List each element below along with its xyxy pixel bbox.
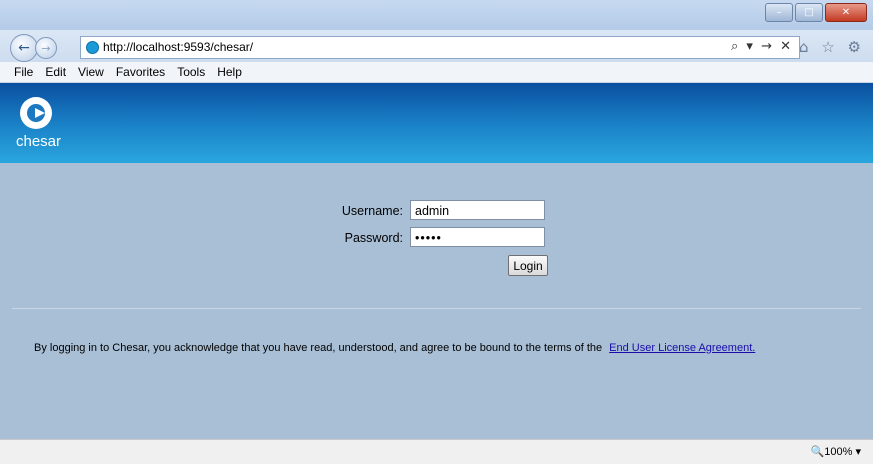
eula-link[interactable]: End User License Agreement. [609, 342, 755, 354]
search-refresh-stop-icons[interactable]: ⌕ ▾ → ✕ [731, 39, 793, 54]
menu-view[interactable]: View [78, 65, 104, 79]
menu-tools[interactable]: Tools [177, 65, 205, 79]
window-controls: – □ ✕ [763, 3, 867, 22]
site-icon [86, 41, 99, 54]
eula-notice: By logging in to Chesar, you acknowledge… [34, 342, 755, 354]
menu-edit[interactable]: Edit [45, 65, 66, 79]
logo-text: chesar [16, 133, 62, 150]
divider [12, 308, 861, 309]
window-title-bar: – □ ✕ [0, 0, 873, 30]
username-label: Username: [341, 204, 403, 218]
menu-favorites[interactable]: Favorites [116, 65, 165, 79]
home-favorites-tools-icons[interactable]: ⌂ ☆ ⚙ [799, 38, 865, 56]
close-button[interactable]: ✕ [825, 3, 867, 22]
forward-button[interactable]: → [35, 37, 57, 59]
address-bar[interactable]: http://localhost:9593/chesar/ ⌕ ▾ → ✕ [80, 36, 800, 59]
password-input[interactable]: ••••• [410, 227, 545, 247]
username-input[interactable]: admin [410, 200, 545, 220]
menu-help[interactable]: Help [217, 65, 242, 79]
maximize-button[interactable]: □ [795, 3, 823, 22]
menu-bar: File Edit View Favorites Tools Help [0, 62, 873, 83]
login-page: Username: admin Password: ••••• Login By… [0, 163, 873, 439]
address-toolbar: ← → http://localhost:9593/chesar/ ⌕ ▾ → … [0, 30, 873, 62]
login-form: Username: admin Password: ••••• Login [0, 163, 873, 308]
zoom-control[interactable]: 🔍100% ▾ [811, 445, 861, 458]
status-bar: 🔍100% ▾ [0, 439, 873, 464]
chesar-logo-icon [20, 97, 52, 129]
app-header: chesar [0, 83, 873, 163]
password-label: Password: [344, 231, 403, 245]
minimize-button[interactable]: – [765, 3, 793, 22]
menu-file[interactable]: File [14, 65, 33, 79]
login-button[interactable]: Login [508, 255, 548, 276]
eula-text: By logging in to Chesar, you acknowledge… [34, 342, 603, 354]
url-text[interactable]: http://localhost:9593/chesar/ [103, 40, 253, 54]
back-button[interactable]: ← [10, 34, 38, 62]
